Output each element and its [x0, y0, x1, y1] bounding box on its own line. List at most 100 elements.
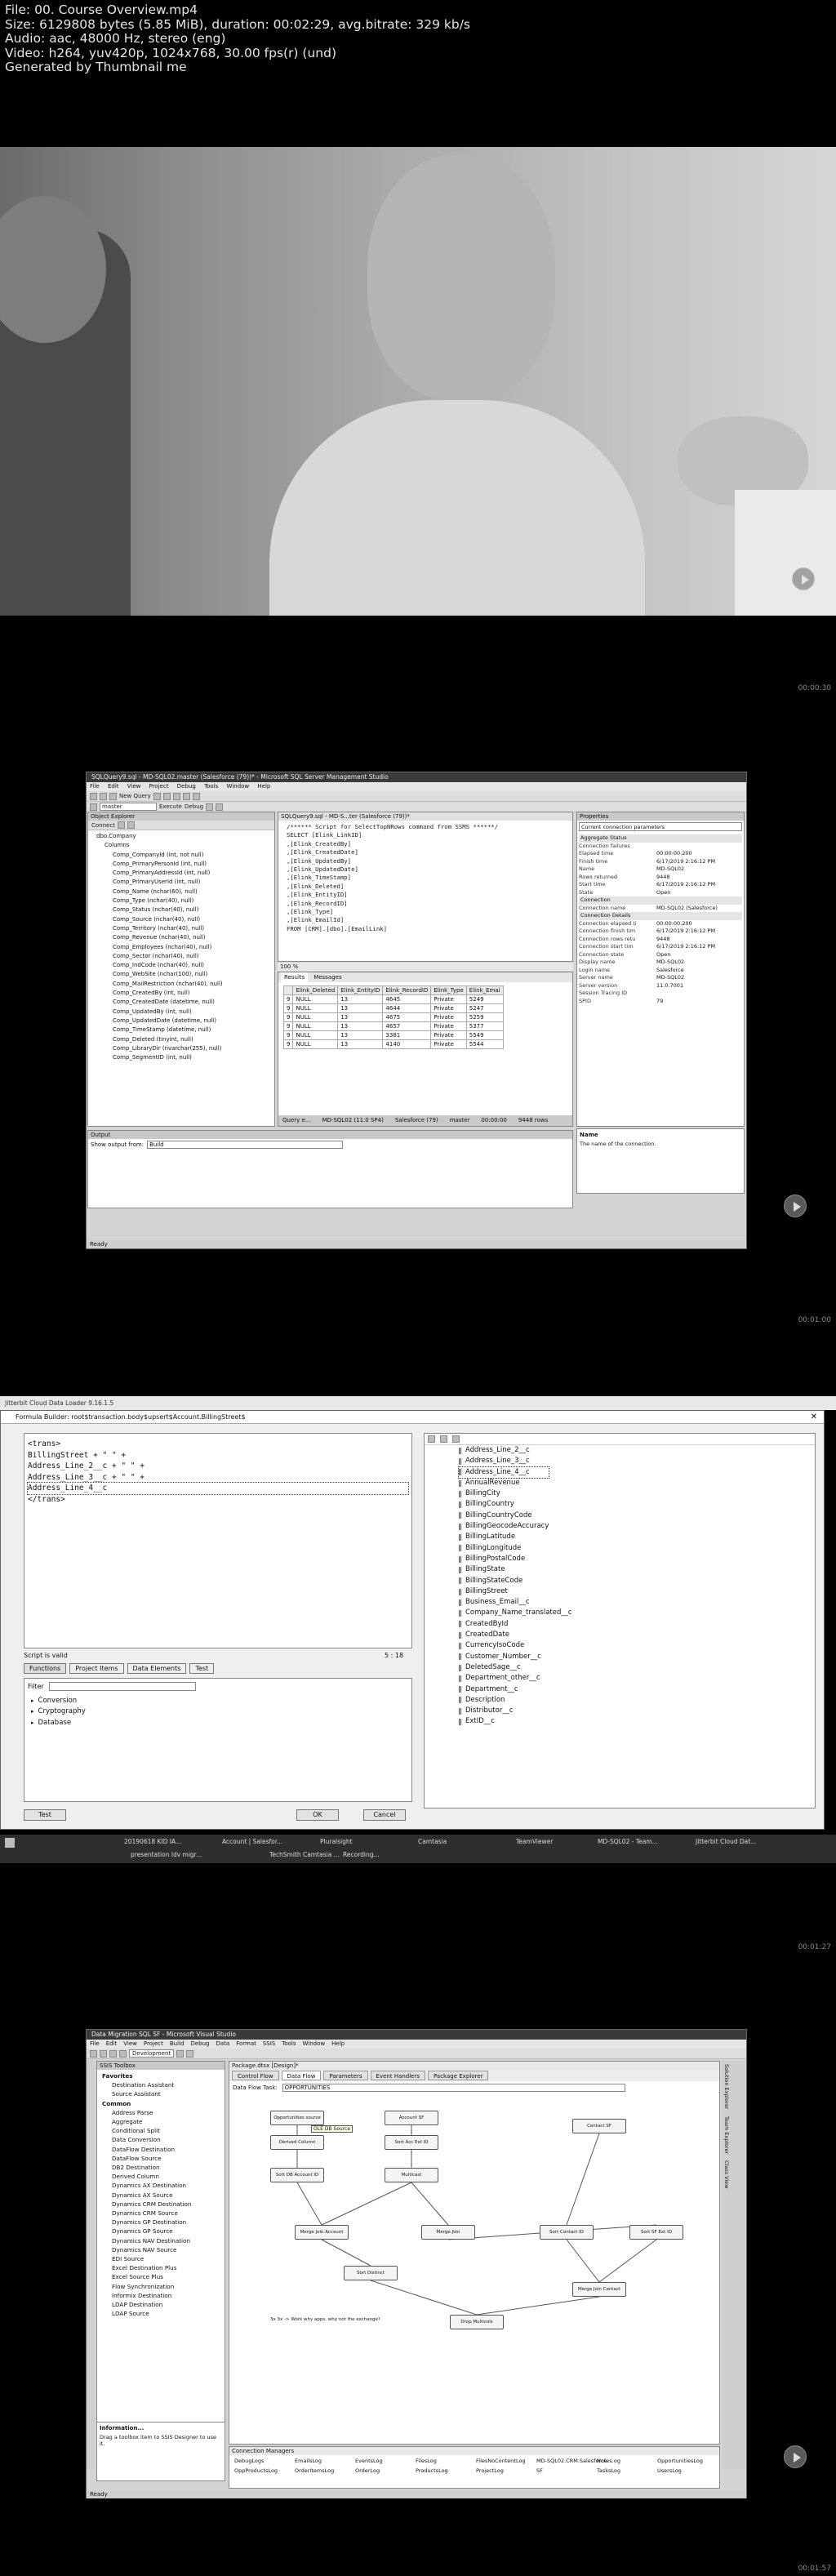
- menu-item[interactable]: View: [123, 2040, 137, 2047]
- column-item[interactable]: Comp_TimeStamp (datetime, null): [96, 1026, 274, 1034]
- table-cell[interactable]: Private: [430, 1030, 467, 1040]
- table-cell[interactable]: Private: [430, 1003, 467, 1013]
- property-row[interactable]: Connection state Open: [579, 951, 742, 959]
- data-element-item[interactable]: BillingCity: [459, 1488, 815, 1499]
- table-cell[interactable]: NULL: [292, 1003, 339, 1013]
- table-cell[interactable]: 13: [337, 1030, 384, 1040]
- query-tab[interactable]: SQLQuery9.sql - MD-S...ter (Salesforce (…: [278, 812, 572, 821]
- connect-button[interactable]: Connect: [91, 822, 115, 829]
- open-icon[interactable]: [100, 792, 107, 800]
- property-row[interactable]: Connection finish tim 6/17/2019 2:16:12 P…: [579, 928, 742, 936]
- menu-item[interactable]: Project: [144, 2040, 163, 2047]
- property-category[interactable]: Aggregate Status: [579, 834, 742, 843]
- property-row[interactable]: Session Tracing ID: [579, 990, 742, 998]
- toolbox-item[interactable]: Derived Column: [97, 2172, 225, 2181]
- column-item[interactable]: Comp_Employees (nchar(40), null): [96, 943, 274, 952]
- column-item[interactable]: Comp_SegmentID (int, null): [96, 1053, 274, 1062]
- flow-component[interactable]: Sort Contact ID: [540, 2225, 594, 2240]
- tab-class-view[interactable]: Class View: [722, 2157, 732, 2192]
- category-conversion[interactable]: ▸ Conversion: [31, 1696, 405, 1706]
- designer-tab[interactable]: Control Flow: [232, 2071, 279, 2080]
- column-item[interactable]: Comp_Territory (nchar(40), null): [96, 924, 274, 933]
- table-row[interactable]: 9 NULL 13 4675 Private 5259: [282, 1012, 504, 1022]
- table-cell[interactable]: 9: [282, 994, 294, 1004]
- table-cell[interactable]: 13: [337, 1039, 384, 1049]
- table-cell[interactable]: NULL: [292, 994, 339, 1004]
- debug-button[interactable]: Debug: [185, 803, 203, 810]
- table-cell[interactable]: 9: [282, 1030, 294, 1040]
- table-cell[interactable]: 5544: [465, 1039, 504, 1049]
- column-item[interactable]: Comp_Type (nchar(40), null): [96, 896, 274, 905]
- save-all-icon[interactable]: [109, 2049, 117, 2058]
- tab-test[interactable]: Test: [189, 1663, 215, 1674]
- table-row[interactable]: 9 NULL 13 4140 Private 5544: [282, 1039, 504, 1049]
- save-icon[interactable]: [109, 792, 117, 800]
- column-item[interactable]: Comp_Name (nchar(60), null): [96, 888, 274, 896]
- property-row[interactable]: Server version 11.0.7001: [579, 982, 742, 990]
- property-row[interactable]: Connection elapsed ti 00:00:00.200: [579, 920, 742, 928]
- menu-project[interactable]: Project: [149, 783, 169, 790]
- menu-item[interactable]: Edit: [106, 2040, 118, 2047]
- table-row[interactable]: 9 NULL 13 3381 Private 5549: [282, 1030, 504, 1040]
- flow-component[interactable]: Sort SF Ext ID: [629, 2225, 683, 2240]
- table-cell[interactable]: 9: [282, 1012, 294, 1022]
- task-select[interactable]: OPPORTUNITIES: [282, 2084, 625, 2092]
- toolbox-item[interactable]: Informix Destination: [97, 2291, 225, 2300]
- copy-icon[interactable]: [182, 792, 190, 800]
- column-header[interactable]: Elink_RecordID: [382, 985, 432, 995]
- property-row[interactable]: Connection failures: [579, 843, 742, 851]
- data-element-item[interactable]: BillingCountryCode: [459, 1510, 815, 1521]
- connection-manager[interactable]: FilesLog: [416, 2458, 437, 2464]
- table-cell[interactable]: 13: [337, 994, 384, 1004]
- tab-data-elements[interactable]: Data Elements: [127, 1663, 187, 1674]
- column-item[interactable]: Comp_UpdatedBy (int, null): [96, 1008, 274, 1017]
- menu-item[interactable]: Format: [236, 2040, 256, 2047]
- table-cell[interactable]: Private: [430, 1012, 467, 1022]
- property-row[interactable]: Rows returned 9448: [579, 874, 742, 882]
- data-element-item[interactable]: CreatedDate: [459, 1630, 815, 1640]
- table-cell[interactable]: Private: [430, 1021, 467, 1031]
- data-element-item[interactable]: Customer_Number__c: [459, 1652, 815, 1662]
- back-icon[interactable]: [90, 2049, 97, 2058]
- flow-component[interactable]: Account SF: [385, 2111, 438, 2125]
- menu-item[interactable]: Window: [303, 2040, 326, 2047]
- table-cell[interactable]: 5259: [465, 1012, 504, 1022]
- connection-manager[interactable]: Notes.og: [597, 2458, 620, 2464]
- close-icon[interactable]: ✕: [811, 1413, 817, 1421]
- connection-manager[interactable]: EventsLog: [355, 2458, 383, 2464]
- toolbox-item[interactable]: Dynamics AX Source: [97, 2191, 225, 2200]
- taskbar-item[interactable]: Recording...: [343, 1850, 380, 1860]
- data-element-item[interactable]: Department__c: [459, 1684, 815, 1695]
- script-editor[interactable]: <trans> BillingStreet + " " + Address_Line…: [24, 1433, 412, 1648]
- table-cell[interactable]: 4644: [382, 1003, 432, 1013]
- column-item[interactable]: Comp_CompanyId (int, not null): [96, 851, 274, 860]
- flow-component[interactable]: Drop Multicols: [450, 2315, 504, 2329]
- designer-tab[interactable]: Parameters: [323, 2071, 368, 2080]
- filter-input[interactable]: [48, 1682, 196, 1691]
- connection-manager[interactable]: ProjectLog: [476, 2467, 504, 2474]
- new-project-icon[interactable]: [90, 792, 97, 800]
- table-cell[interactable]: 4675: [382, 1012, 432, 1022]
- table-cell[interactable]: NULL: [292, 1021, 339, 1031]
- column-item[interactable]: Comp_Revenue (nchar(40), null): [96, 933, 274, 942]
- toolbox-item[interactable]: EDI Source: [97, 2254, 225, 2263]
- data-element-item[interactable]: Distributor__c: [459, 1706, 815, 1716]
- connection-manager[interactable]: TasksLog: [597, 2467, 620, 2474]
- table-cell[interactable]: 5249: [465, 994, 504, 1004]
- table-cell[interactable]: 5377: [465, 1021, 504, 1031]
- table-cell[interactable]: 13: [337, 1021, 384, 1031]
- data-element-item[interactable]: CreatedById: [459, 1619, 815, 1630]
- menu-tools[interactable]: Tools: [204, 783, 218, 790]
- flow-component[interactable]: Contact SF: [572, 2119, 626, 2133]
- property-row[interactable]: Display name MD-SQL02: [579, 959, 742, 967]
- configuration-select[interactable]: Development: [129, 2049, 175, 2058]
- property-category[interactable]: Connection Details: [579, 912, 742, 920]
- tab-functions[interactable]: Functions: [24, 1663, 67, 1674]
- property-row[interactable]: State Open: [579, 889, 742, 897]
- property-category[interactable]: Connection: [579, 896, 742, 905]
- toolbox-item[interactable]: Destination Assistant: [97, 2080, 225, 2089]
- data-flow-canvas[interactable]: Opportunities source Account SF Contact SF…: [229, 2098, 719, 2444]
- property-row[interactable]: Name MD-SQL02: [579, 865, 742, 874]
- connection-manager[interactable]: OpportunitiesLog: [657, 2458, 703, 2464]
- menu-item[interactable]: SSIS: [263, 2040, 275, 2047]
